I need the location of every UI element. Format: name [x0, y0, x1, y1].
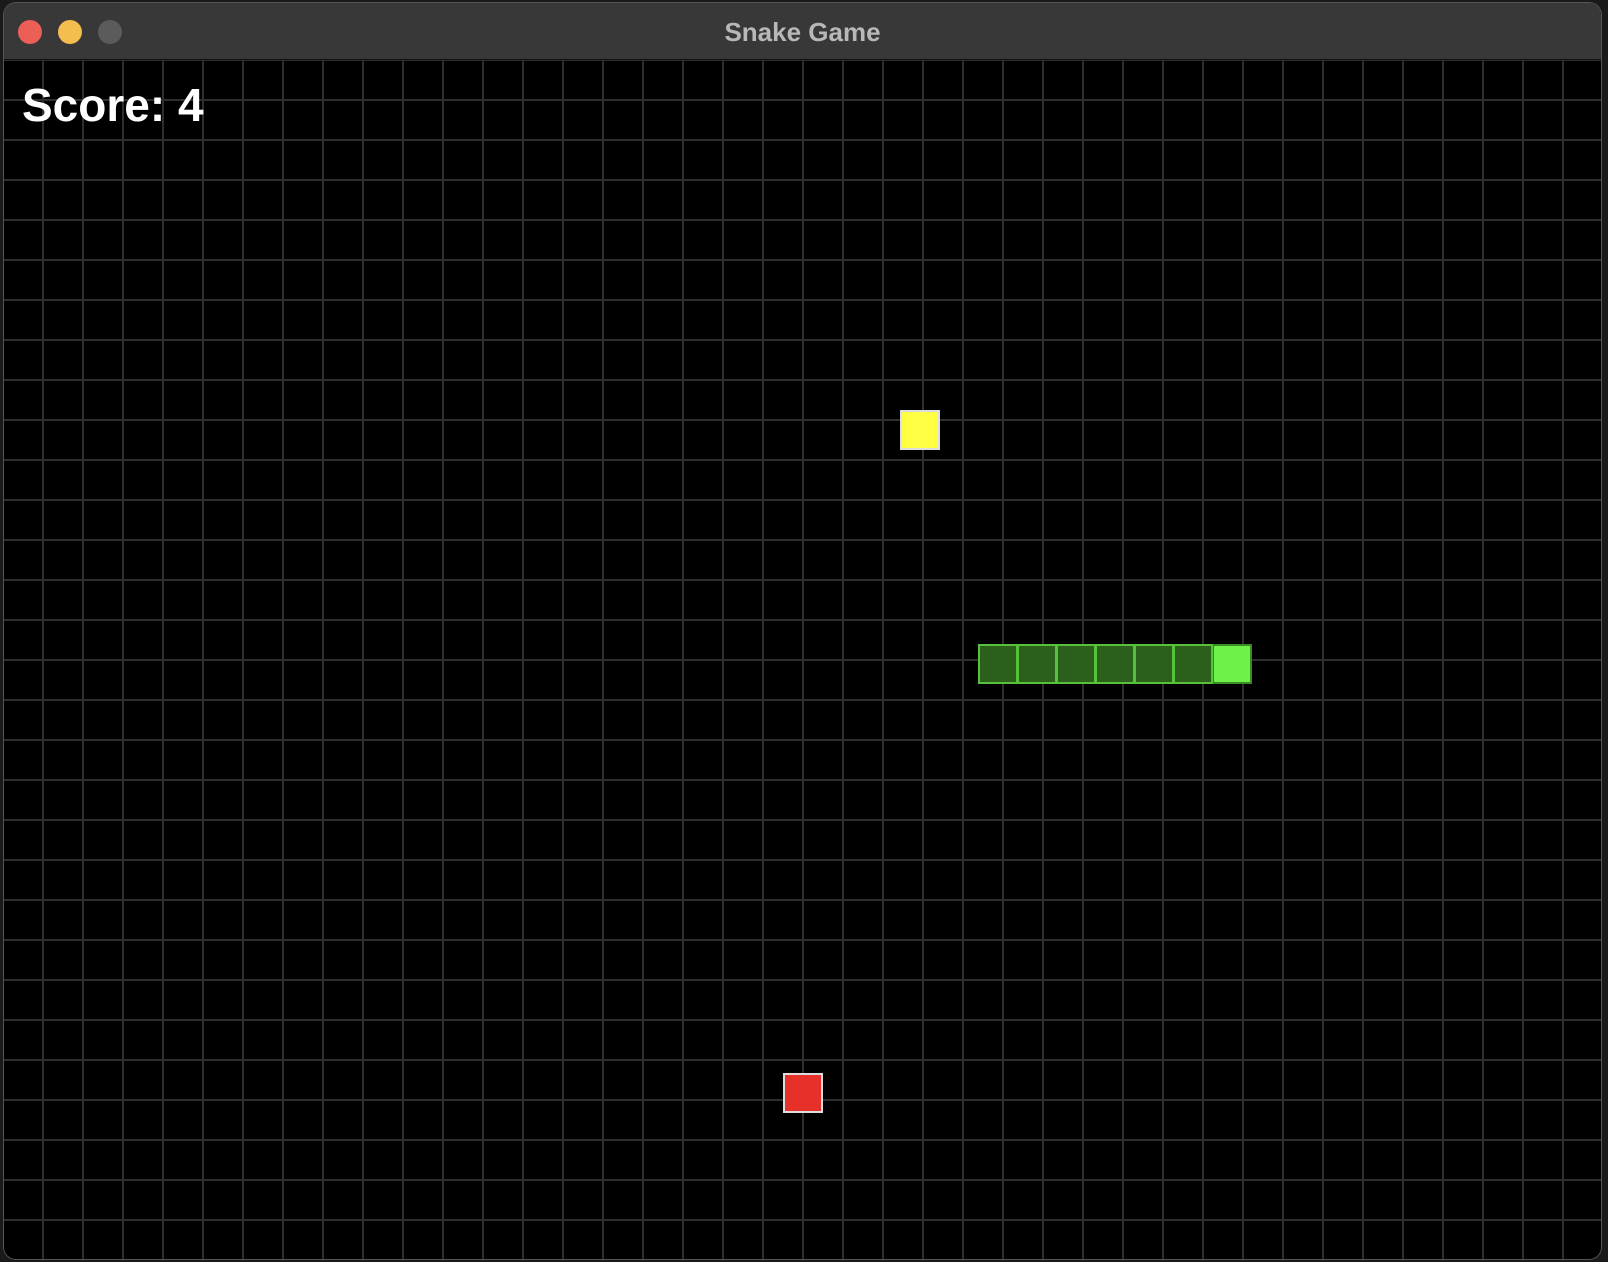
snake-body-segment: [1134, 644, 1174, 684]
title-bar[interactable]: Snake Game: [4, 3, 1601, 60]
snake-body-segment: [1173, 644, 1213, 684]
bonus-food-item: [900, 410, 940, 450]
snake-head: [1212, 644, 1252, 684]
game-window: Snake Game Score: 4: [4, 3, 1601, 1259]
food-item: [783, 1073, 823, 1113]
score-display: Score: 4: [22, 79, 204, 131]
snake-body-segment: [1095, 644, 1135, 684]
window-title: Snake Game: [724, 17, 881, 47]
snake-body-segment: [978, 644, 1018, 684]
snake-body-segment: [1056, 644, 1096, 684]
game-board[interactable]: Score: 4: [4, 60, 1601, 1259]
snake-body-segment: [1017, 644, 1057, 684]
